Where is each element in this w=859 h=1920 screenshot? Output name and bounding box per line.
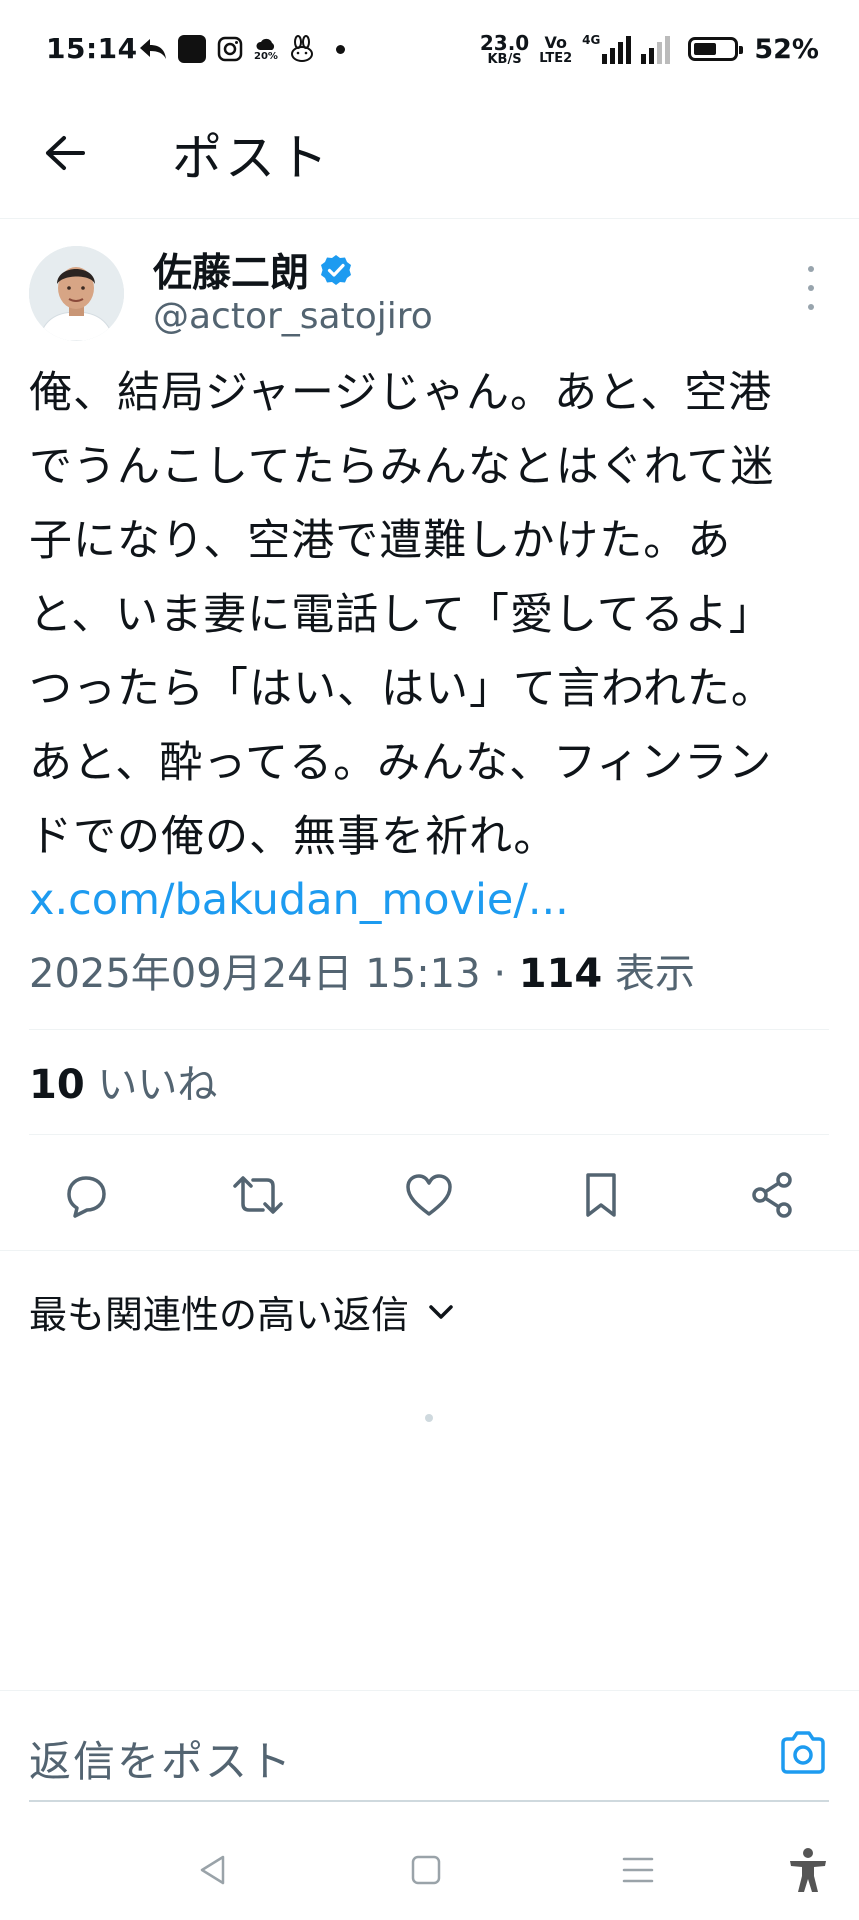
likes-summary[interactable]: 10 いいね (29, 1060, 217, 1110)
nav-back-button[interactable] (183, 1840, 243, 1900)
likes-count: 10 (29, 1062, 85, 1108)
battery-percent: 52% (754, 33, 819, 65)
repost-button[interactable] (228, 1165, 288, 1225)
likes-label: いいね (97, 1062, 218, 1108)
share-icon (752, 1172, 792, 1218)
replies-sort-dropdown[interactable]: 最も関連性の高い返信 (29, 1284, 455, 1339)
status-time: 15:14 (46, 32, 138, 65)
divider (29, 1029, 829, 1030)
meta-separator: · (493, 951, 507, 997)
post-timestamp[interactable]: 2025年09月24日 15:13 (29, 951, 481, 997)
reply-button[interactable] (56, 1165, 116, 1225)
more-dots-icon (808, 266, 814, 272)
accessibility-button[interactable] (778, 1840, 838, 1900)
nav-recents-button[interactable] (608, 1840, 668, 1900)
post-meta: 2025年09月24日 15:13 · 114 表示 (29, 948, 695, 1000)
nav-home-button[interactable] (396, 1840, 456, 1900)
author-name-text: 佐藤二朗 (153, 251, 310, 296)
arrow-left-icon (46, 136, 85, 170)
divider (0, 1250, 859, 1251)
top-app-bar (0, 100, 859, 219)
divider (29, 1134, 829, 1135)
menu-lines-icon (622, 1857, 654, 1883)
app-icon (178, 35, 206, 63)
system-indicators: 23.0 KB/S Vo LTE2 4G 52% (480, 30, 819, 68)
reply-arrow-icon (140, 39, 166, 59)
page-title: ポスト (172, 129, 331, 187)
avatar[interactable] (29, 246, 124, 341)
views-label: 表示 (614, 951, 695, 997)
bookmark-button[interactable] (571, 1165, 631, 1225)
like-icon (406, 1174, 452, 1216)
post-actions (0, 1140, 859, 1250)
repost-icon (233, 1176, 283, 1214)
notification-icons: 20% (138, 30, 345, 68)
status-bar: 15:14 20% 23.0 KB/S Vo LTE2 4G 52% (0, 0, 859, 100)
accessibility-icon (790, 1848, 826, 1892)
like-button[interactable] (399, 1165, 459, 1225)
signal-bars-icon (602, 34, 632, 64)
author-handle[interactable]: @actor_satojiro (153, 296, 433, 337)
reply-icon (67, 1176, 106, 1218)
more-notifications-dot-icon (335, 44, 345, 54)
replies-sort-label: 最も関連性の高い返信 (29, 1293, 410, 1337)
share-button[interactable] (742, 1165, 802, 1225)
more-options-button[interactable] (796, 266, 826, 310)
instagram-icon (217, 36, 243, 62)
reply-input[interactable]: 返信をポスト (29, 1728, 293, 1789)
camera-icon (781, 1731, 825, 1774)
rabbit-icon (290, 35, 313, 62)
signal-4g: 4G (582, 34, 632, 64)
author-name[interactable]: 佐藤二朗 (153, 242, 353, 298)
chevron-down-icon (429, 1304, 453, 1319)
volte-indicator: Vo LTE2 (539, 32, 573, 66)
verified-badge-icon (321, 255, 352, 285)
post-link[interactable]: x.com/bakudan_movie/... (29, 872, 569, 928)
weather-icon: 20% (254, 36, 278, 62)
reply-input-underline (29, 1800, 829, 1802)
camera-button[interactable] (778, 1728, 828, 1778)
loading-indicator (425, 1414, 433, 1422)
back-button[interactable] (40, 128, 90, 178)
triangle-back-icon (200, 1855, 225, 1885)
square-home-icon (411, 1855, 441, 1885)
views-count: 114 (518, 951, 603, 997)
battery-icon (688, 37, 744, 61)
network-speed: 23.0 KB/S (479, 30, 530, 67)
weather-percent: 20% (254, 51, 278, 62)
signal-bars-sim2-icon (641, 34, 671, 64)
post-text: 俺、結局ジャージじゃん。あと、空港 でうんこしてたらみんなとはぐれて迷 子になり… (29, 368, 775, 862)
bookmark-icon (586, 1173, 616, 1217)
